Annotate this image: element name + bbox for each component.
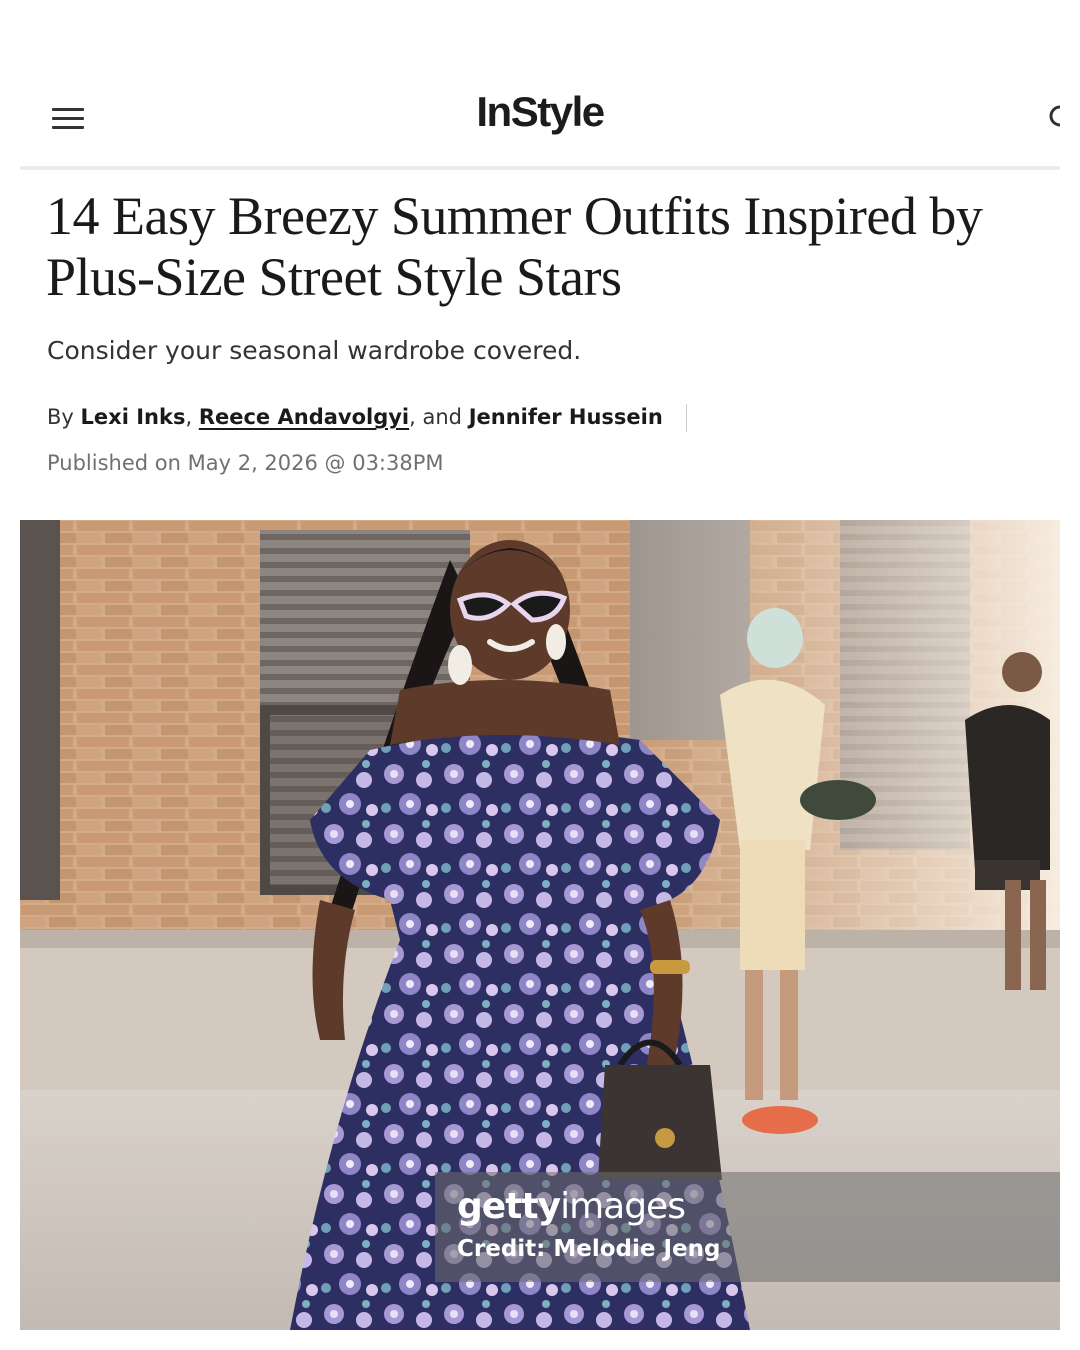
article-byline: By Lexi Inks, Reece Andavolgyi, and Jenn… [47,404,687,432]
byline-divider [685,404,687,432]
author-lexi-inks[interactable]: Lexi Inks [81,405,186,429]
search-icon[interactable] [1046,102,1060,132]
publish-date: Published on May 2, 2026 @ 03:38PM [47,451,444,475]
article-dek: Consider your seasonal wardrobe covered. [47,336,582,365]
photo-credit-overlay: gettyimages Credit: Melodie Jeng [435,1172,1060,1282]
getty-images-watermark: gettyimages [457,1186,686,1227]
photo-credit: Credit: Melodie Jeng [457,1236,721,1262]
article-headline: 14 Easy Breezy Summer Outfits Inspired b… [46,186,983,307]
site-logo[interactable]: InStyle [20,88,1060,136]
byline-prefix: By [47,405,74,429]
author-jennifer-hussein[interactable]: Jennifer Hussein [469,405,663,429]
byline-conjunction: , and [409,405,462,429]
author-reece-andavolgyi[interactable]: Reece Andavolgyi [199,405,409,429]
byline-comma: , [185,405,193,429]
hero-image[interactable]: gettyimages Credit: Melodie Jeng [20,520,1060,1330]
site-header: InStyle [20,70,1060,170]
